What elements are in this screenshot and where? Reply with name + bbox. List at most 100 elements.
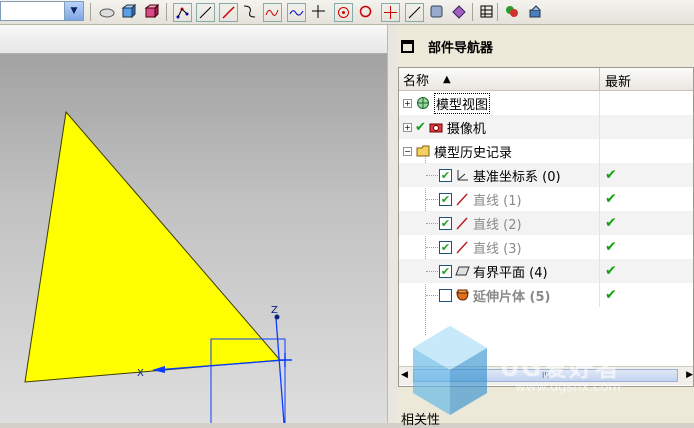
paint-icon[interactable]	[503, 3, 520, 20]
latest-status: ✔	[605, 191, 617, 207]
grid-line	[599, 187, 600, 211]
folder-icon	[415, 144, 431, 158]
main-toolbar: ▼	[0, 0, 694, 25]
latest-status: ✔	[605, 239, 617, 255]
scroll-left-icon[interactable]: ◀	[401, 370, 408, 380]
datum-csys-icon	[454, 168, 470, 182]
tree-connector	[426, 223, 438, 224]
expand-icon[interactable]: +	[403, 122, 412, 132]
toolbar-separator	[166, 3, 167, 21]
tree-row-cameras[interactable]: + ✔ 摄像机	[399, 115, 693, 139]
spline-icon[interactable]	[263, 3, 282, 22]
navigator-title-bar: 部件导航器	[397, 25, 694, 67]
feature-checkbox[interactable]: ✔	[439, 264, 452, 278]
toolbar-separator	[497, 3, 498, 21]
tree-label: 有界平面 (4)	[473, 265, 548, 281]
toolbar-separator	[472, 3, 473, 21]
grid-line	[599, 283, 600, 307]
point-set-icon[interactable]	[173, 3, 192, 22]
tree-label: 延伸片体 (5)	[473, 289, 551, 305]
camera-icon	[428, 120, 444, 134]
tree-row-bounded-plane[interactable]: ✔ 有界平面 (4) ✔	[399, 259, 693, 283]
model-canvas[interactable]: Z X	[0, 25, 387, 423]
axis-x-label: X	[137, 368, 144, 379]
tree-row-model-history[interactable]: − 模型历史记录	[399, 139, 693, 163]
latest-status: ✔	[605, 167, 617, 183]
feature-checkbox[interactable]	[439, 288, 452, 302]
line-feature-icon	[454, 240, 470, 254]
tree-connector	[426, 247, 438, 248]
chevron-down-icon[interactable]: ▼	[64, 2, 83, 20]
tree-label: 直线 (3)	[473, 241, 522, 257]
tree-row-model-views[interactable]: + 模型视图	[399, 91, 693, 115]
grid-line	[599, 91, 600, 115]
line-icon[interactable]	[196, 3, 215, 22]
shaded-cube-icon[interactable]	[120, 3, 137, 20]
tree-connector	[426, 295, 438, 296]
line-tool-icon[interactable]	[405, 3, 424, 22]
column-header-name[interactable]: 名称 ▲	[403, 71, 597, 89]
column-divider[interactable]	[599, 68, 600, 90]
latest-status: ✔	[605, 215, 617, 231]
pink-cube-icon[interactable]	[143, 3, 160, 20]
column-header-latest[interactable]: 最新	[605, 71, 631, 90]
tree-row-line-3[interactable]: ✔ 直线 (3) ✔	[399, 235, 693, 259]
tree-row-line-2[interactable]: ✔ 直线 (2) ✔	[399, 211, 693, 235]
navigator-title: 部件导航器	[428, 40, 494, 56]
dependencies-panel-title[interactable]: 相关性	[401, 409, 440, 428]
red-line-icon[interactable]	[219, 3, 238, 22]
column-latest-label: 最新	[605, 75, 632, 90]
curve-icon[interactable]	[287, 3, 306, 22]
axis-z-label: Z	[271, 305, 278, 316]
arc-icon[interactable]	[241, 3, 258, 20]
model-views-icon	[415, 96, 431, 110]
column-name-label: 名称	[403, 73, 430, 89]
table-icon[interactable]	[478, 3, 495, 20]
toolbar-separator	[90, 3, 91, 21]
horizontal-scrollbar[interactable]: ◀ III ▶	[399, 366, 693, 385]
tree-row-extend-sheet[interactable]: 延伸片体 (5) ✔	[399, 283, 693, 307]
bounded-plane-icon	[454, 264, 470, 278]
grid-line	[599, 163, 600, 187]
line-feature-icon	[454, 192, 470, 206]
grid-line	[599, 235, 600, 259]
latest-status: ✔	[605, 263, 617, 279]
tree-label: 基准坐标系 (0)	[473, 169, 561, 185]
feature-checkbox[interactable]: ✔	[439, 240, 452, 254]
grid-line	[599, 139, 600, 163]
circle-icon[interactable]	[357, 3, 374, 20]
latest-status: ✔	[605, 287, 617, 303]
sketch-icon[interactable]	[428, 3, 445, 20]
axis-icon[interactable]	[310, 3, 327, 20]
grid-line	[599, 115, 600, 139]
scrollbar-thumb[interactable]: III	[413, 369, 678, 382]
check-mark-icon: ✔	[415, 119, 426, 135]
tree-connector	[426, 175, 438, 176]
tree-label: 模型历史记录	[434, 145, 513, 161]
tree-header: 名称 ▲ 最新	[399, 68, 693, 91]
collapse-icon[interactable]: −	[403, 146, 412, 156]
feature-checkbox[interactable]: ✔	[439, 192, 452, 206]
expand-icon[interactable]: +	[403, 98, 412, 108]
filter-combo[interactable]: ▼	[0, 1, 84, 21]
tree-connector	[426, 199, 438, 200]
cross-icon[interactable]	[381, 3, 400, 22]
grid-line	[599, 259, 600, 283]
navigator-tree[interactable]: 名称 ▲ 最新 + 模型视图 + ✔ 摄像机 − 模型历史记录 ✔ 基准坐标系 …	[398, 67, 694, 387]
tree-label: 直线 (2)	[473, 217, 522, 233]
window-icon	[401, 39, 414, 53]
tree-connector	[426, 271, 438, 272]
part-navigator: 部件导航器 名称 ▲ 最新 + 模型视图 + ✔ 摄像机 − 模型历史记录 ✔ …	[397, 25, 694, 428]
open-cube-icon[interactable]	[98, 3, 115, 20]
scroll-right-icon[interactable]: ▶	[686, 370, 693, 380]
feature-checkbox[interactable]: ✔	[439, 168, 452, 182]
render-icon[interactable]	[527, 3, 544, 20]
tree-row-datum-csys[interactable]: ✔ 基准坐标系 (0) ✔	[399, 163, 693, 187]
circle-point-icon[interactable]	[334, 3, 353, 22]
graphics-window[interactable]: Z X	[0, 25, 387, 423]
tree-row-line-1[interactable]: ✔ 直线 (1) ✔	[399, 187, 693, 211]
grid-line	[599, 211, 600, 235]
feature-icon[interactable]	[450, 3, 467, 20]
tree-label: 直线 (1)	[473, 193, 522, 209]
feature-checkbox[interactable]: ✔	[439, 216, 452, 230]
